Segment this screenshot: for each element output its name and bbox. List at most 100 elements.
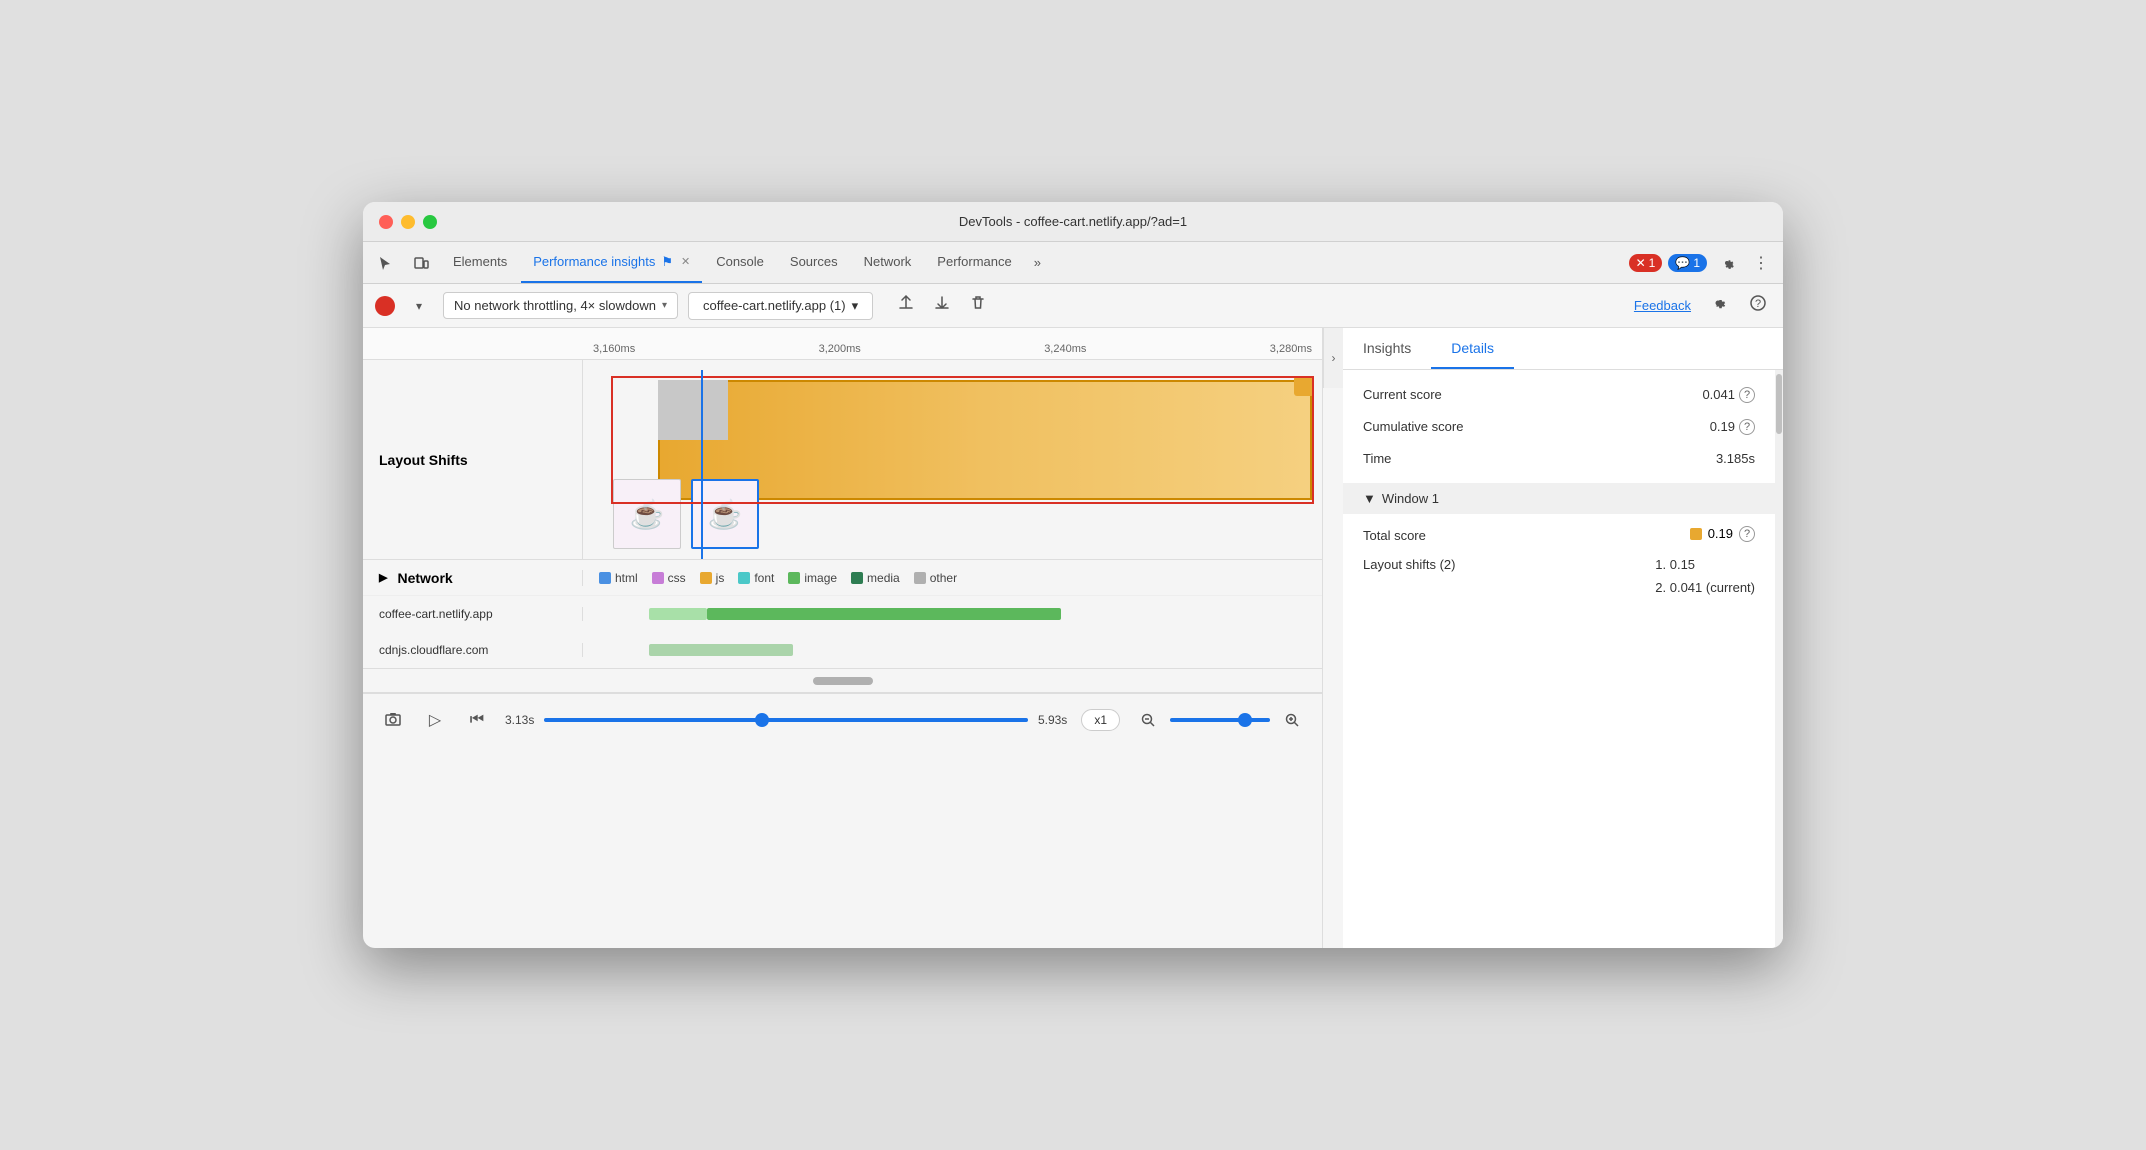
layout-shifts-row: Layout shifts (2) 1. 0.15 2. 0.041 (curr… <box>1363 553 1755 600</box>
upload-icon[interactable] <box>893 290 919 321</box>
download-icon[interactable] <box>929 290 955 321</box>
panel-collapse-button[interactable]: › <box>1323 328 1343 388</box>
legend-font: font <box>738 571 774 585</box>
minimize-button[interactable] <box>401 215 415 229</box>
settings-icon[interactable] <box>1713 249 1741 277</box>
legend-html: html <box>599 571 638 585</box>
maximize-button[interactable] <box>423 215 437 229</box>
info-badge[interactable]: 💬 1 <box>1668 254 1707 272</box>
metric-current-score-value: 0.041 ? <box>1702 387 1755 403</box>
right-panel-scrollbar[interactable] <box>1775 370 1783 948</box>
url-dropdown[interactable]: coffee-cart.netlify.app (1) ▾ <box>688 292 873 320</box>
toolbar: ▾ No network throttling, 4× slowdown ▾ c… <box>363 284 1783 328</box>
time-start-label: 3.13s <box>505 713 534 727</box>
layout-shifts-label: Layout Shifts <box>363 360 583 559</box>
tab-elements[interactable]: Elements <box>441 242 519 283</box>
error-badge[interactable]: ✕ 1 <box>1629 254 1663 272</box>
network-header: ▶ Network html css <box>363 560 1322 596</box>
time-end-label: 5.93s <box>1038 713 1067 727</box>
close-button[interactable] <box>379 215 393 229</box>
toolbar-actions <box>893 290 991 321</box>
zoom-slider[interactable] <box>1170 718 1270 722</box>
zoom-slider-thumb[interactable] <box>1238 713 1252 727</box>
main-content: 3,160ms 3,200ms 3,240ms 3,280ms Layout S… <box>363 328 1783 948</box>
tab-performance[interactable]: Performance <box>925 242 1023 283</box>
help-icon[interactable]: ? <box>1745 290 1771 321</box>
window-section-header: ▼ Window 1 <box>1343 483 1775 514</box>
device-icon[interactable] <box>407 249 435 277</box>
legend-font-dot <box>738 572 750 584</box>
traffic-lights <box>379 215 437 229</box>
legend-css-dot <box>652 572 664 584</box>
layout-shifts-canvas: ☕ ☕ <box>583 360 1322 559</box>
right-panel-tabs: Insights Details <box>1343 328 1783 370</box>
devtools-window: DevTools - coffee-cart.netlify.app/?ad=1… <box>363 202 1783 948</box>
metric-cumulative-score-value: 0.19 ? <box>1710 419 1755 435</box>
timeline-header: 3,160ms 3,200ms 3,240ms 3,280ms <box>363 328 1322 360</box>
layout-shifts-detail-values: 1. 0.15 2. 0.041 (current) <box>1655 553 1755 600</box>
layout-shifts-content[interactable]: ☕ ☕ <box>583 360 1322 559</box>
total-score-value: 0.19 ? <box>1690 526 1755 542</box>
time-slider-thumb[interactable] <box>755 713 769 727</box>
tab-sources[interactable]: Sources <box>778 242 850 283</box>
throttle-dropdown[interactable]: No network throttling, 4× slowdown ▾ <box>443 292 678 319</box>
tab-console[interactable]: Console <box>704 242 776 283</box>
zoom-out-icon[interactable] <box>1134 706 1162 734</box>
tab-details[interactable]: Details <box>1431 328 1514 369</box>
timeline-ticks: 3,160ms 3,200ms 3,240ms 3,280ms <box>583 343 1322 355</box>
zoom-in-icon[interactable] <box>1278 706 1306 734</box>
play-icon[interactable]: ▷ <box>421 706 449 734</box>
legend-css: css <box>652 571 686 585</box>
layout-shifts-row: Layout Shifts <box>363 360 1322 560</box>
delete-icon[interactable] <box>965 290 991 321</box>
network-label[interactable]: ▶ Network <box>363 570 583 586</box>
network-item-label-0: coffee-cart.netlify.app <box>363 607 583 621</box>
record-button[interactable] <box>375 296 395 316</box>
total-score-help-icon[interactable]: ? <box>1739 526 1755 542</box>
network-bar-track-0 <box>591 608 1314 620</box>
network-collapse-icon[interactable]: ▶ <box>379 571 387 584</box>
network-item-bar-0 <box>583 596 1322 632</box>
metric-cumulative-score-help-icon[interactable]: ? <box>1739 419 1755 435</box>
screenshot-icon[interactable] <box>379 706 407 734</box>
legend-image-dot <box>788 572 800 584</box>
dropdown-arrow-icon[interactable]: ▾ <box>405 292 433 320</box>
tab-performance-insights[interactable]: Performance insights ⚑ ✕ <box>521 242 702 283</box>
tab-insights[interactable]: Insights <box>1343 328 1431 369</box>
metric-time-value: 3.185s <box>1716 451 1755 466</box>
settings-gear-icon[interactable] <box>1705 290 1731 321</box>
throttle-chevron-icon: ▾ <box>662 300 667 311</box>
zoom-controls <box>1134 706 1306 734</box>
right-panel: Insights Details Current score 0.041 ? <box>1343 328 1783 948</box>
feedback-link[interactable]: Feedback <box>1634 298 1691 313</box>
panel-collapse-icon: › <box>1332 351 1336 365</box>
legend-other-dot <box>914 572 926 584</box>
skip-start-icon[interactable]: ⏮ <box>463 706 491 734</box>
layout-shift-red-outline <box>611 376 1314 504</box>
tab-close-icon[interactable]: ✕ <box>681 255 690 268</box>
svg-text:?: ? <box>1755 298 1761 310</box>
cursor-icon[interactable] <box>371 249 399 277</box>
window-section-collapse-icon: ▼ <box>1363 491 1376 506</box>
more-tabs-button[interactable]: » <box>1026 242 1049 283</box>
metric-current-score-label: Current score <box>1363 386 1702 404</box>
legend-media: media <box>851 571 900 585</box>
scrollbar-thumb[interactable] <box>1776 374 1782 434</box>
bar-segment-light <box>649 608 707 620</box>
scroll-thumb[interactable] <box>813 677 873 685</box>
legend-js-dot <box>700 572 712 584</box>
total-score-label: Total score <box>1363 528 1690 543</box>
time-slider[interactable] <box>544 718 1028 722</box>
legend-media-dot <box>851 572 863 584</box>
total-score-indicator <box>1690 528 1702 540</box>
network-row: ▶ Network html css <box>363 560 1322 669</box>
metric-current-score-help-icon[interactable]: ? <box>1739 387 1755 403</box>
network-item-1[interactable]: cdnjs.cloudflare.com <box>363 632 1322 668</box>
time-range: 3.13s 5.93s <box>505 713 1067 727</box>
legend-html-dot <box>599 572 611 584</box>
tab-network[interactable]: Network <box>852 242 924 283</box>
more-options-icon[interactable]: ⋮ <box>1747 249 1775 277</box>
legend-js: js <box>700 571 725 585</box>
network-item-0[interactable]: coffee-cart.netlify.app <box>363 596 1322 632</box>
speed-badge[interactable]: x1 <box>1081 709 1120 731</box>
